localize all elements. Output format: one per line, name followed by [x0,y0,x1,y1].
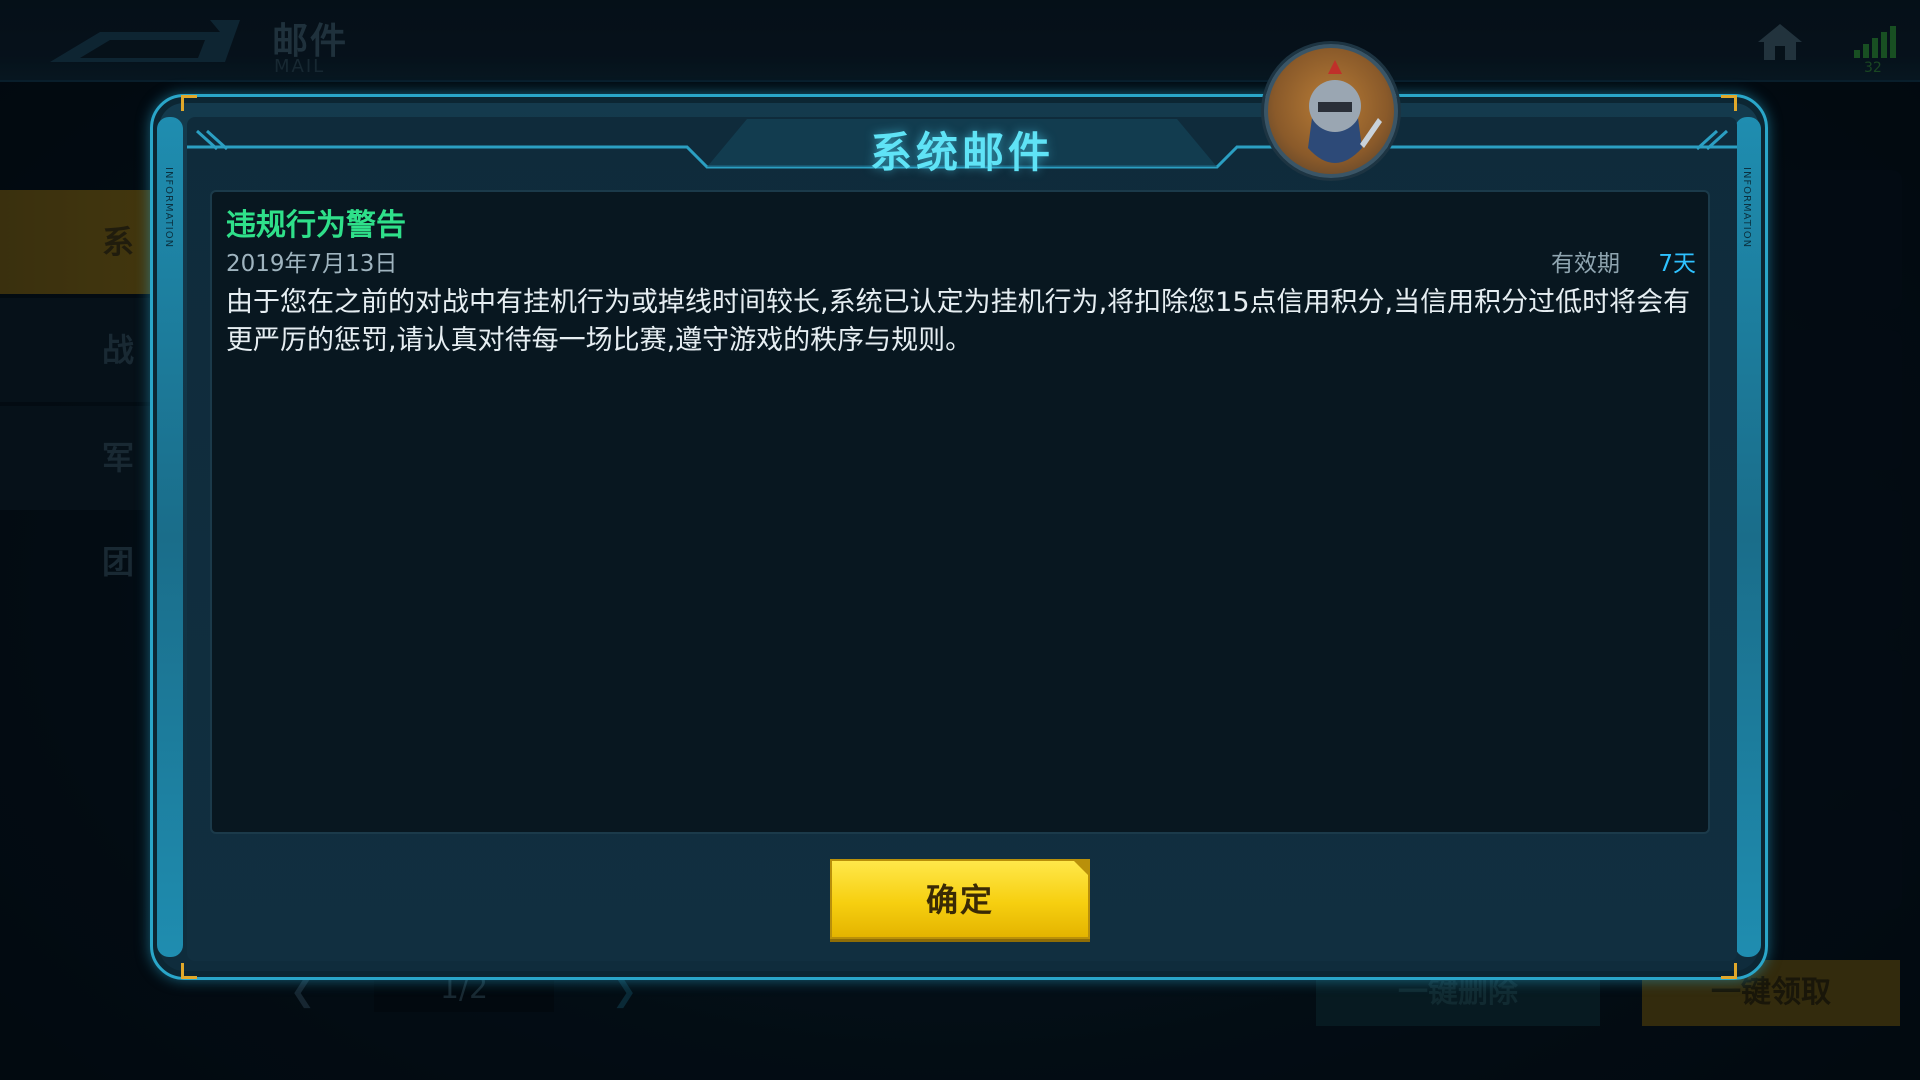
confirm-button-label: 确定 [925,881,994,919]
mail-date: 2019年7月13日 [226,251,398,277]
expiry-value: 7天 [1658,251,1696,277]
dialog-right-rail: INFORMATION [1735,117,1761,957]
expiry-label: 有效期 [1551,251,1620,277]
dialog-title: 系统邮件 [869,128,1054,177]
dialog-left-rail: INFORMATION [157,117,183,957]
confirm-button[interactable]: 确定 [830,859,1090,939]
corner-accent [181,95,197,111]
knight-avatar [1264,44,1398,178]
mail-subject: 违规行为警告 [226,208,406,243]
corner-accent [1721,963,1737,979]
corner-accent [1721,95,1737,111]
button-corner-notch [1072,859,1090,877]
mail-body: 由于您在之前的对战中有挂机行为或掉线时间较长,系统已认定为挂机行为,将扣除您15… [226,287,1691,356]
corner-accent [181,963,197,979]
mail-content-panel: 违规行为警告 2019年7月13日 有效期 7天 由于您在之前的对战中有挂机行为… [210,190,1710,834]
